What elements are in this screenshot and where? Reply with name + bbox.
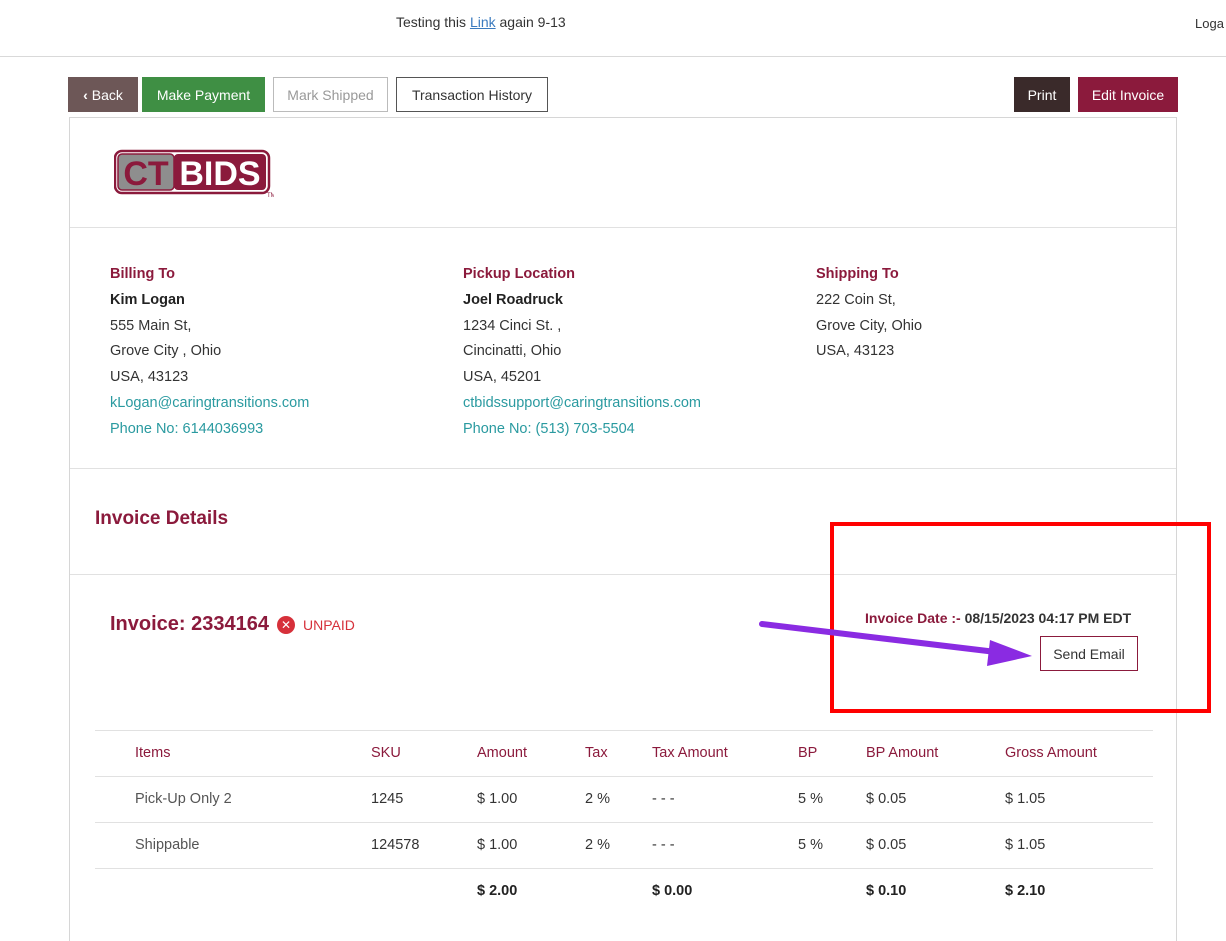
table-cell: Pick-Up Only 2 xyxy=(135,791,232,807)
billing-line2: Grove City , Ohio xyxy=(110,343,222,360)
table-cell: - - - xyxy=(652,837,675,853)
column-header: BP Amount xyxy=(866,745,939,761)
table-cell: $ 1.05 xyxy=(1005,837,1046,853)
table-cell: 5 % xyxy=(798,837,823,853)
shipping-line3: USA, 43123 xyxy=(816,343,895,360)
back-label: Back xyxy=(91,86,123,103)
annotation-highlight-box xyxy=(830,522,1211,713)
unpaid-x-icon: ✕ xyxy=(277,615,295,634)
shipping-line2: Grove City, Ohio xyxy=(816,317,923,334)
column-header: Tax Amount xyxy=(652,745,728,761)
table-row: Shippable 124578 $ 1.00 2 % - - - 5 % $ … xyxy=(95,822,1153,868)
ctbids-logo: CT BIDS TM xyxy=(114,149,274,198)
table-cell: 124578 xyxy=(371,837,420,853)
pickup-line2: Cincinatti, Ohio xyxy=(463,343,562,360)
table-cell: $ 0.05 xyxy=(866,791,907,807)
shipping-line1: 222 Coin St, xyxy=(816,291,896,308)
top-bar: Testing this Link again 9-13 Loga xyxy=(0,0,1226,57)
make-payment-button[interactable]: Make Payment xyxy=(142,77,265,112)
column-header: Amount xyxy=(477,745,527,761)
billing-phone[interactable]: Phone No: 6144036993 xyxy=(110,417,309,443)
banner-link[interactable]: Link xyxy=(470,14,496,30)
column-header: Gross Amount xyxy=(1005,745,1097,761)
pickup-location: Pickup Location Joel Roadruck 1234 Cinci… xyxy=(463,262,701,443)
table-cell: Shippable xyxy=(135,837,200,853)
billing-email[interactable]: kLogan@caringtransitions.com xyxy=(110,391,309,417)
pickup-line3: USA, 45201 xyxy=(463,369,542,386)
banner-suffix: again 9-13 xyxy=(495,14,566,30)
logo-bids: BIDS xyxy=(179,155,260,193)
invoice-number-text: Invoice: 2334164 xyxy=(110,613,269,635)
billing-line3: USA, 43123 xyxy=(110,369,189,386)
status-badge: UNPAID xyxy=(303,616,355,633)
pickup-phone[interactable]: Phone No: (513) 703-5504 xyxy=(463,417,701,443)
pickup-line1: 1234 Cinci St. , xyxy=(463,317,562,334)
divider xyxy=(70,468,1176,469)
back-button[interactable]: ‹ Back xyxy=(68,77,138,112)
mark-shipped-button[interactable]: Mark Shipped xyxy=(273,77,388,112)
pickup-heading: Pickup Location xyxy=(463,266,575,282)
table-cell: $ 1.00 xyxy=(477,791,518,807)
table-cell: 2 % xyxy=(585,791,610,807)
table-cell: $ 1.00 xyxy=(477,837,518,853)
invoice-details-title: Invoice Details xyxy=(95,508,229,529)
invoice-items-table: Items SKU Amount Tax Tax Amount BP BP Am… xyxy=(95,730,1153,914)
table-cell: - - - xyxy=(652,791,675,807)
transaction-history-button[interactable]: Transaction History xyxy=(396,77,548,112)
billing-name: Kim Logan xyxy=(110,291,185,308)
logo-tm: TM xyxy=(267,193,274,198)
column-header: Tax xyxy=(585,745,608,761)
total-bp-amount: $ 0.10 xyxy=(866,883,907,899)
print-button[interactable]: Print xyxy=(1014,77,1070,112)
banner-prefix: Testing this xyxy=(396,14,470,30)
total-amount: $ 2.00 xyxy=(477,883,518,899)
total-tax-amount: $ 0.00 xyxy=(652,883,693,899)
announcement-banner: Testing this Link again 9-13 xyxy=(396,14,566,30)
column-header: Items xyxy=(135,745,171,761)
column-header: SKU xyxy=(371,745,401,761)
invoice-number: Invoice: 2334164 ✕ UNPAID xyxy=(110,613,355,636)
table-header-row: Items SKU Amount Tax Tax Amount BP BP Am… xyxy=(95,730,1153,776)
shipping-address: Shipping To 222 Coin St, Grove City, Ohi… xyxy=(816,262,922,365)
billing-address: Billing To Kim Logan 555 Main St, Grove … xyxy=(110,262,309,443)
total-gross-amount: $ 2.10 xyxy=(1005,883,1046,899)
column-header: BP xyxy=(798,745,818,761)
user-menu[interactable]: Loga xyxy=(1195,16,1224,31)
billing-line1: 555 Main St, xyxy=(110,317,192,334)
table-cell: $ 1.05 xyxy=(1005,791,1046,807)
logo-ct: CT xyxy=(123,155,169,193)
table-totals-row: $ 2.00 $ 0.00 $ 0.10 $ 2.10 xyxy=(95,868,1153,914)
edit-invoice-button[interactable]: Edit Invoice xyxy=(1078,77,1178,112)
table-cell: $ 0.05 xyxy=(866,837,907,853)
billing-heading: Billing To xyxy=(110,266,175,282)
shipping-heading: Shipping To xyxy=(816,266,899,282)
chevron-left-icon: ‹ xyxy=(83,86,88,103)
pickup-email[interactable]: ctbidssupport@caringtransitions.com xyxy=(463,391,701,417)
table-cell: 2 % xyxy=(585,837,610,853)
pickup-name: Joel Roadruck xyxy=(463,291,563,308)
table-row: Pick-Up Only 2 1245 $ 1.00 2 % - - - 5 %… xyxy=(95,776,1153,822)
table-cell: 5 % xyxy=(798,791,823,807)
table-cell: 1245 xyxy=(371,791,404,807)
divider xyxy=(70,227,1176,228)
